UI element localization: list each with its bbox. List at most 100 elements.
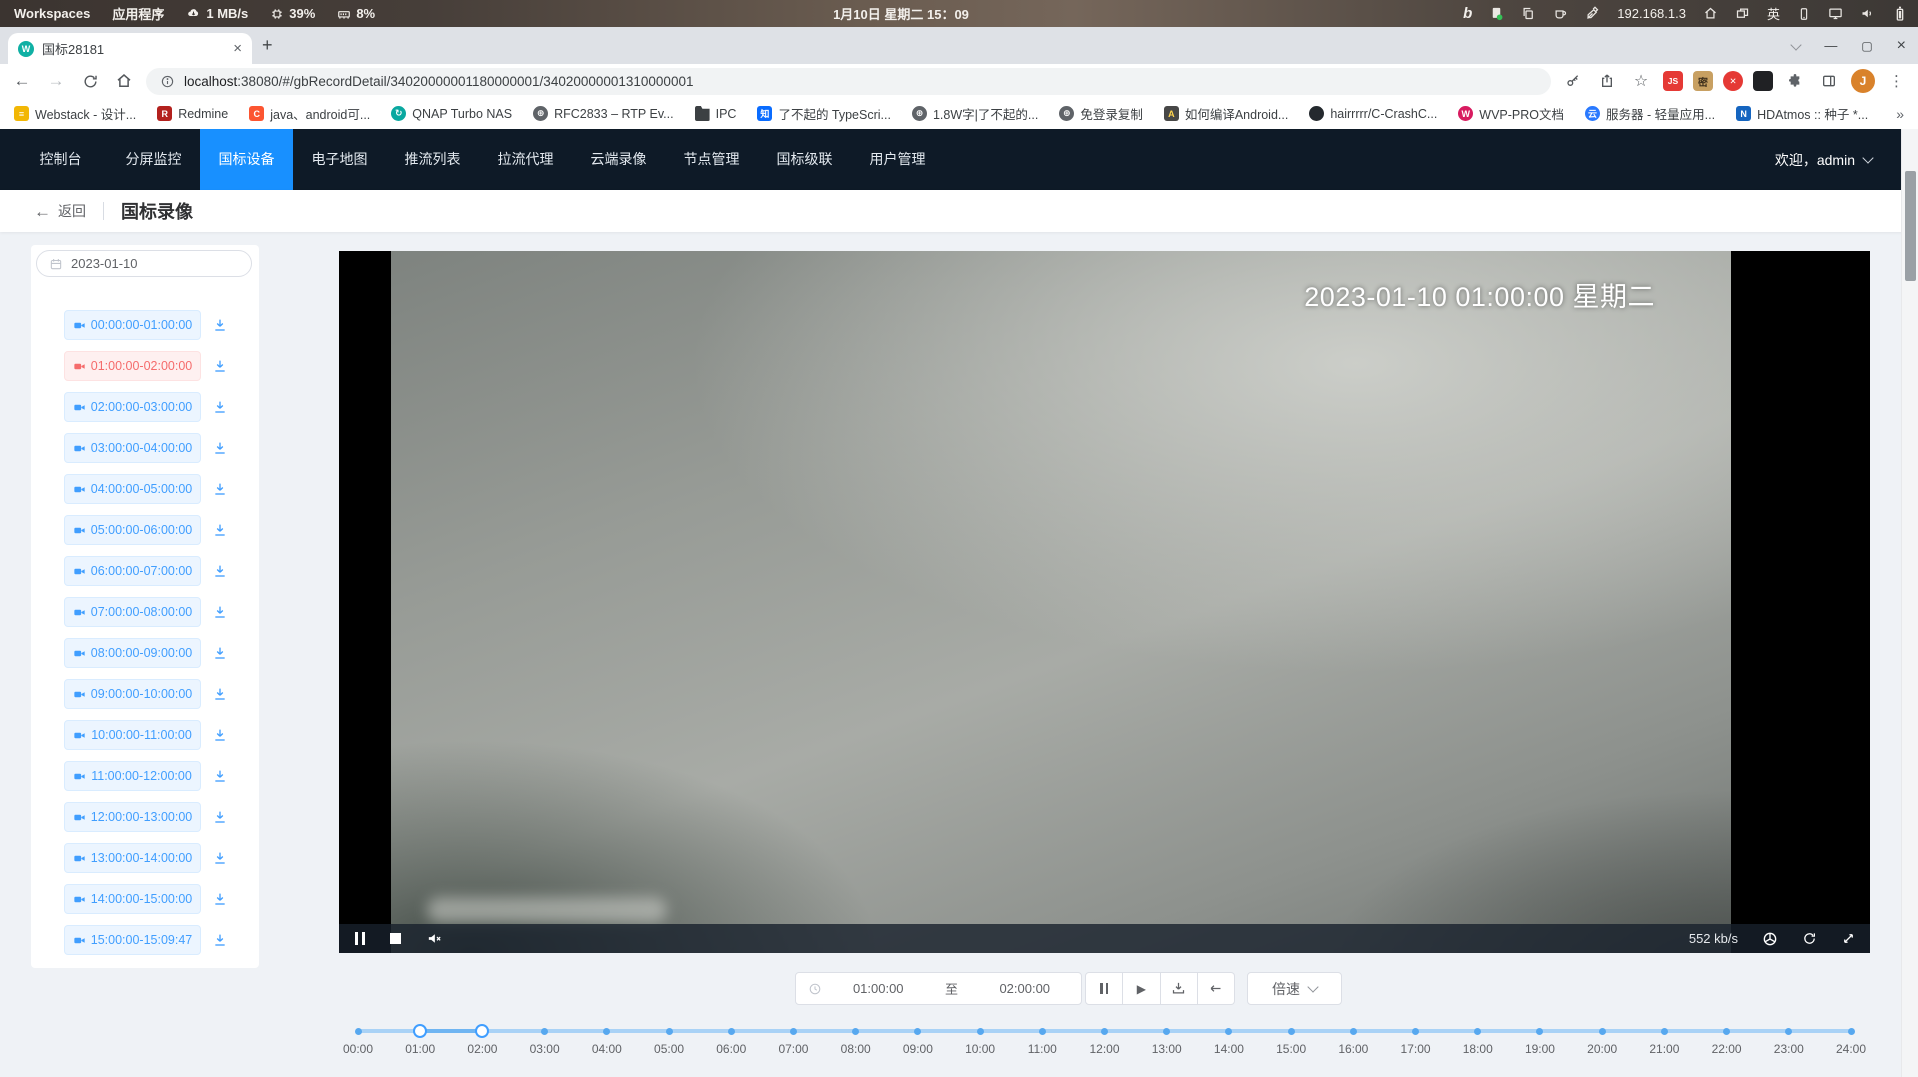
download-recording-button[interactable] bbox=[212, 439, 230, 457]
player-stop-icon[interactable] bbox=[390, 933, 401, 944]
extension-blocker-icon[interactable]: ✕ bbox=[1723, 71, 1743, 91]
recording-range-button[interactable]: 11:00:00-12:00:00 bbox=[64, 761, 201, 791]
pause-button[interactable] bbox=[1085, 972, 1123, 1005]
bookmark-item[interactable]: 知 了不起的 TypeScri... bbox=[757, 104, 891, 123]
forward-button[interactable]: → bbox=[44, 69, 68, 93]
browser-menu-icon[interactable]: ⋮ bbox=[1885, 72, 1908, 90]
network-speed-indicator[interactable]: 1 MB/s bbox=[186, 6, 248, 21]
phone-link-icon[interactable] bbox=[1797, 7, 1811, 21]
bookmark-item[interactable]: A 如何编译Android... bbox=[1164, 104, 1289, 123]
download-recording-button[interactable] bbox=[212, 603, 230, 621]
window-close-button[interactable]: × bbox=[1897, 37, 1906, 55]
bookmark-item[interactable]: ≡ Webstack - 设计... bbox=[14, 104, 136, 123]
extension-dark-icon[interactable] bbox=[1753, 71, 1773, 91]
recording-range-button[interactable]: 08:00:00-09:00:00 bbox=[64, 638, 201, 668]
share-icon[interactable] bbox=[1595, 69, 1619, 93]
seek-timeline[interactable] bbox=[358, 1020, 1851, 1042]
bookmark-star-icon[interactable]: ☆ bbox=[1629, 69, 1653, 93]
download-recording-button[interactable] bbox=[212, 521, 230, 539]
nav-item[interactable]: 电子地图 bbox=[293, 129, 386, 190]
fullscreen-icon[interactable] bbox=[1841, 931, 1856, 946]
play-button[interactable]: ▶ bbox=[1123, 972, 1160, 1005]
profile-avatar[interactable]: J bbox=[1851, 69, 1875, 93]
extension-gold-icon[interactable]: 密 bbox=[1693, 71, 1713, 91]
download-recording-button[interactable] bbox=[212, 685, 230, 703]
recording-range-button[interactable]: 06:00:00-07:00:00 bbox=[64, 556, 201, 586]
tab-search-icon[interactable] bbox=[1791, 39, 1802, 50]
download-recording-button[interactable] bbox=[212, 562, 230, 580]
back-link[interactable]: ← 返回 bbox=[34, 201, 86, 221]
recording-range-button[interactable]: 09:00:00-10:00:00 bbox=[64, 679, 201, 709]
bookmark-item[interactable]: ⊕ 1.8W字|了不起的... bbox=[912, 104, 1038, 123]
download-recording-button[interactable] bbox=[212, 398, 230, 416]
clock-menu[interactable]: 1月10日 星期二 15：09 bbox=[833, 4, 969, 23]
recording-range-button[interactable]: 02:00:00-03:00:00 bbox=[64, 392, 201, 422]
nav-item[interactable]: 国标级联 bbox=[758, 129, 851, 190]
recording-range-button[interactable]: 07:00:00-08:00:00 bbox=[64, 597, 201, 627]
app-indicator-b-icon[interactable]: b bbox=[1463, 6, 1472, 21]
tab-close-icon[interactable]: × bbox=[233, 41, 242, 56]
recording-range-button[interactable]: 14:00:00-15:00:00 bbox=[64, 884, 201, 914]
ip-address-indicator[interactable]: 192.168.1.3 bbox=[1617, 6, 1686, 21]
coffee-caffeine-icon[interactable] bbox=[1553, 6, 1568, 21]
time-range-input[interactable]: 01:00:00 至 02:00:00 bbox=[795, 972, 1082, 1005]
battery-icon[interactable] bbox=[1892, 6, 1908, 22]
date-picker-input[interactable]: 2023-01-10 bbox=[36, 250, 252, 277]
site-info-icon[interactable] bbox=[160, 74, 175, 89]
new-tab-button[interactable]: + bbox=[262, 36, 273, 54]
color-picker-icon[interactable] bbox=[1585, 6, 1600, 21]
recording-range-button[interactable]: 04:00:00-05:00:00 bbox=[64, 474, 201, 504]
windows-stack-icon[interactable] bbox=[1735, 6, 1750, 21]
recording-range-button[interactable]: 00:00:00-01:00:00 bbox=[64, 310, 201, 340]
address-bar[interactable]: localhost:38080/#/gbRecordDetail/3402000… bbox=[146, 68, 1551, 95]
password-key-icon[interactable] bbox=[1561, 69, 1585, 93]
download-recording-button[interactable] bbox=[212, 767, 230, 785]
refresh-stream-icon[interactable] bbox=[1802, 931, 1817, 946]
back-button[interactable]: ← bbox=[10, 69, 34, 93]
recording-range-button[interactable]: 10:00:00-11:00:00 bbox=[64, 720, 201, 750]
browser-tab[interactable]: W 国标28181 × bbox=[8, 33, 252, 64]
player-pause-icon[interactable] bbox=[355, 932, 365, 945]
nav-item[interactable]: 国标设备 bbox=[200, 129, 293, 190]
snapshot-aperture-icon[interactable] bbox=[1762, 931, 1778, 947]
start-time-value[interactable]: 01:00:00 bbox=[822, 981, 935, 996]
volume-muted-icon[interactable] bbox=[426, 930, 443, 947]
display-icon[interactable] bbox=[1828, 6, 1843, 21]
download-range-button[interactable] bbox=[1161, 972, 1198, 1005]
download-recording-button[interactable] bbox=[212, 480, 230, 498]
memory-usage-indicator[interactable]: 8% bbox=[337, 6, 375, 21]
side-panel-icon[interactable] bbox=[1817, 69, 1841, 93]
download-recording-button[interactable] bbox=[212, 644, 230, 662]
applications-button[interactable]: 应用程序 bbox=[112, 4, 164, 23]
nav-item[interactable]: 控制台 bbox=[14, 129, 107, 190]
volume-indicator-icon[interactable] bbox=[1860, 6, 1875, 21]
download-recording-button[interactable] bbox=[212, 316, 230, 334]
download-recording-button[interactable] bbox=[212, 931, 230, 949]
window-minimize-button[interactable]: — bbox=[1824, 38, 1837, 53]
bookmark-item[interactable]: 云 服务器 - 轻量应用... bbox=[1585, 104, 1715, 123]
nav-item[interactable]: 分屏监控 bbox=[107, 129, 200, 190]
notes-indicator-icon[interactable] bbox=[1489, 6, 1504, 21]
browser-home-button[interactable] bbox=[112, 69, 136, 93]
download-recording-button[interactable] bbox=[212, 357, 230, 375]
bookmark-item[interactable]: ⊕ RFC2833 – RTP Ev... bbox=[533, 106, 674, 121]
bookmark-item[interactable]: ⊕ 免登录复制 bbox=[1059, 104, 1143, 123]
recording-range-button[interactable]: 15:00:00-15:09:47 bbox=[64, 925, 201, 955]
clipboard-icon[interactable] bbox=[1521, 6, 1536, 21]
bookmark-item[interactable]: IPC bbox=[695, 106, 737, 121]
extensions-puzzle-icon[interactable] bbox=[1783, 69, 1807, 93]
scrollbar-thumb[interactable] bbox=[1905, 171, 1916, 281]
download-recording-button[interactable] bbox=[212, 726, 230, 744]
seek-back-button[interactable] bbox=[1198, 972, 1235, 1005]
bookmark-item[interactable]: W WVP-PRO文档 bbox=[1458, 104, 1564, 123]
nav-item[interactable]: 云端录像 bbox=[572, 129, 665, 190]
workspaces-button[interactable]: Workspaces bbox=[14, 6, 90, 21]
cpu-usage-indicator[interactable]: 39% bbox=[270, 6, 315, 21]
nav-item[interactable]: 拉流代理 bbox=[479, 129, 572, 190]
reload-button[interactable] bbox=[78, 69, 102, 93]
user-menu[interactable]: 欢迎，admin bbox=[1775, 129, 1872, 190]
download-recording-button[interactable] bbox=[212, 849, 230, 867]
bookmark-item[interactable]: R Redmine bbox=[157, 106, 228, 121]
recording-range-button[interactable]: 12:00:00-13:00:00 bbox=[64, 802, 201, 832]
input-method-indicator[interactable]: 英 bbox=[1767, 4, 1780, 23]
